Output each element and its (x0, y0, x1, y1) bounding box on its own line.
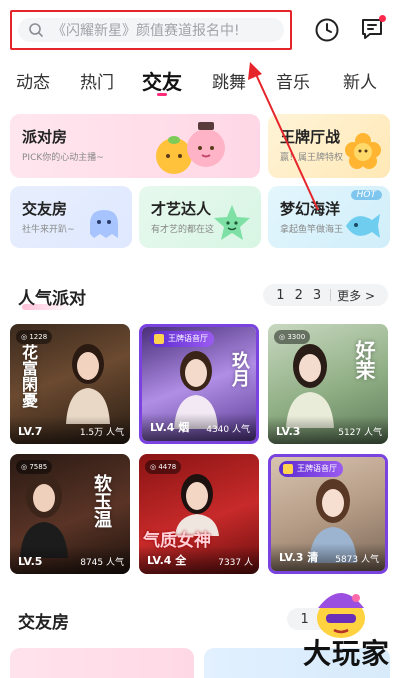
popular-party-title: 人气派对 (18, 289, 86, 309)
room-level: LV.4 烟 (150, 421, 190, 434)
room-level: LV.5 (18, 555, 43, 568)
card-king-battle[interactable]: 王牌厅战 赢！属王牌特权 (268, 114, 390, 178)
active-tab-indicator (157, 93, 167, 96)
pager-divider (330, 289, 332, 301)
page-1[interactable]: 1 (300, 612, 308, 627)
cover-calligraphy: 好茉 (352, 340, 376, 380)
more-link[interactable]: 更多 > (337, 287, 375, 304)
host-portrait-icon (20, 474, 68, 558)
room-popularity: 7337 人 (218, 558, 253, 568)
card-party-room[interactable]: 派对房 PICK你的心动主播~ (10, 114, 260, 178)
card-talent[interactable]: 才艺达人 有才艺的都在这 (139, 186, 261, 248)
king-room-badge: 王牌语音厅 (279, 461, 343, 477)
search-icon (29, 23, 43, 37)
card-title: 王牌厅战 (280, 128, 341, 146)
card-subtitle: 社牛来开趴~ (22, 225, 75, 235)
tab-dongtai[interactable]: 动态 (0, 62, 66, 102)
card-friends-room[interactable]: 交友房 社牛来开趴~ (10, 186, 132, 248)
clock-icon[interactable] (314, 17, 340, 43)
room-card[interactable]: 玖月 王牌语音厅 LV.4 烟 4340 人气 (139, 324, 259, 444)
page-1[interactable]: 1 (276, 288, 284, 303)
tab-label: 动态 (16, 73, 50, 93)
category-tabs: 动态 热门 交友 跳舞 音乐 新人 (0, 62, 400, 102)
card-subtitle: 赢！属王牌特权 (280, 153, 344, 163)
room-card[interactable]: 花富閑憂 ◎ 1228 LV.7 1.5万 人气 (10, 324, 130, 444)
tab-label: 热门 (80, 73, 114, 93)
card-title: 梦幻海洋 (280, 200, 341, 218)
page-3[interactable]: 3 (313, 288, 321, 303)
watermark-text: 大玩家 (302, 637, 390, 670)
room-card[interactable]: 软玉温 ◎ 7585 LV.5 8745 人气 (10, 454, 130, 574)
host-portrait-icon (66, 344, 110, 424)
room-card[interactable]: 好茉 ◎ 3300 LV.3 5127 人气 (268, 324, 388, 444)
room-popularity: 5873 人气 (335, 555, 379, 565)
room-id-tag: ◎ 7585 (16, 460, 53, 474)
notification-dot (379, 15, 386, 22)
peach-mascot-icon (156, 122, 225, 174)
tab-jiaoyou[interactable]: 交友 (128, 62, 196, 102)
top-bar: 《闪耀新星》颜值赛道报名中! (0, 0, 400, 60)
room-card[interactable]: 王牌语音厅 LV.3 清 5873 人气 (268, 454, 388, 574)
card-subtitle: PICK你的心动主播~ (22, 153, 104, 163)
cover-calligraphy: 玖月 (229, 351, 250, 387)
green-star-icon (214, 205, 250, 240)
blue-ghost-icon (90, 210, 118, 238)
room-level: LV.3 (276, 425, 301, 438)
tab-tiaowu[interactable]: 跳舞 (196, 62, 262, 102)
room-popularity: 4340 人气 (206, 425, 250, 435)
room-id-tag: ◎ 3300 (274, 330, 311, 344)
king-room-badge: 王牌语音厅 (150, 331, 214, 347)
host-portrait-icon (286, 344, 334, 428)
cover-calligraphy: 软玉温 (91, 474, 112, 528)
room-id-tag: ◎ 4478 (145, 460, 182, 474)
cover-calligraphy: 花富閑憂 (19, 344, 38, 408)
tab-xinren[interactable]: 新人 (324, 62, 396, 102)
search-placeholder: 《闪耀新星》颜值赛道报名中! (52, 23, 240, 39)
tab-label: 跳舞 (212, 73, 246, 93)
tab-label: 交友 (142, 70, 182, 94)
card-subtitle: 有才艺的都在这 (151, 225, 215, 235)
tab-yinyue[interactable]: 音乐 (262, 62, 324, 102)
room-level: LV.4 全 (147, 554, 187, 567)
tab-label: 新人 (343, 73, 377, 93)
flower-mascot-icon (345, 133, 381, 169)
friends-room-title: 交友房 (18, 613, 69, 633)
hot-badge: HOT (350, 190, 382, 200)
room-card[interactable]: 气质女神 ◎ 4478 LV.4 全 7337 人 (139, 454, 259, 574)
card-subtitle: 拿起鱼竿做海王 (280, 225, 344, 235)
room-popularity: 1.5万 人气 (79, 428, 124, 438)
fish-icon (346, 214, 380, 238)
search-bar[interactable]: 《闪耀新星》颜值赛道报名中! (10, 10, 292, 50)
message-button[interactable] (358, 15, 386, 43)
tab-label: 音乐 (276, 73, 310, 93)
tab-remen[interactable]: 热门 (66, 62, 128, 102)
room-popularity: 5127 人气 (338, 428, 382, 438)
card-dream-ocean[interactable]: HOT 梦幻海洋 拿起鱼竿做海王 (268, 186, 390, 248)
card-title: 派对房 (22, 128, 68, 146)
room-id-tag: ◎ 1228 (16, 330, 53, 344)
card-title: 才艺达人 (151, 200, 212, 218)
room-level: LV.7 (18, 425, 43, 438)
room-level: LV.3 清 (279, 551, 319, 564)
page-2[interactable]: 2 (295, 288, 303, 303)
card-title: 交友房 (22, 200, 68, 218)
friends-room-card[interactable] (10, 648, 194, 678)
popular-party-pager: 1 2 3 更多 > (263, 284, 388, 306)
room-popularity: 8745 人气 (80, 558, 124, 568)
